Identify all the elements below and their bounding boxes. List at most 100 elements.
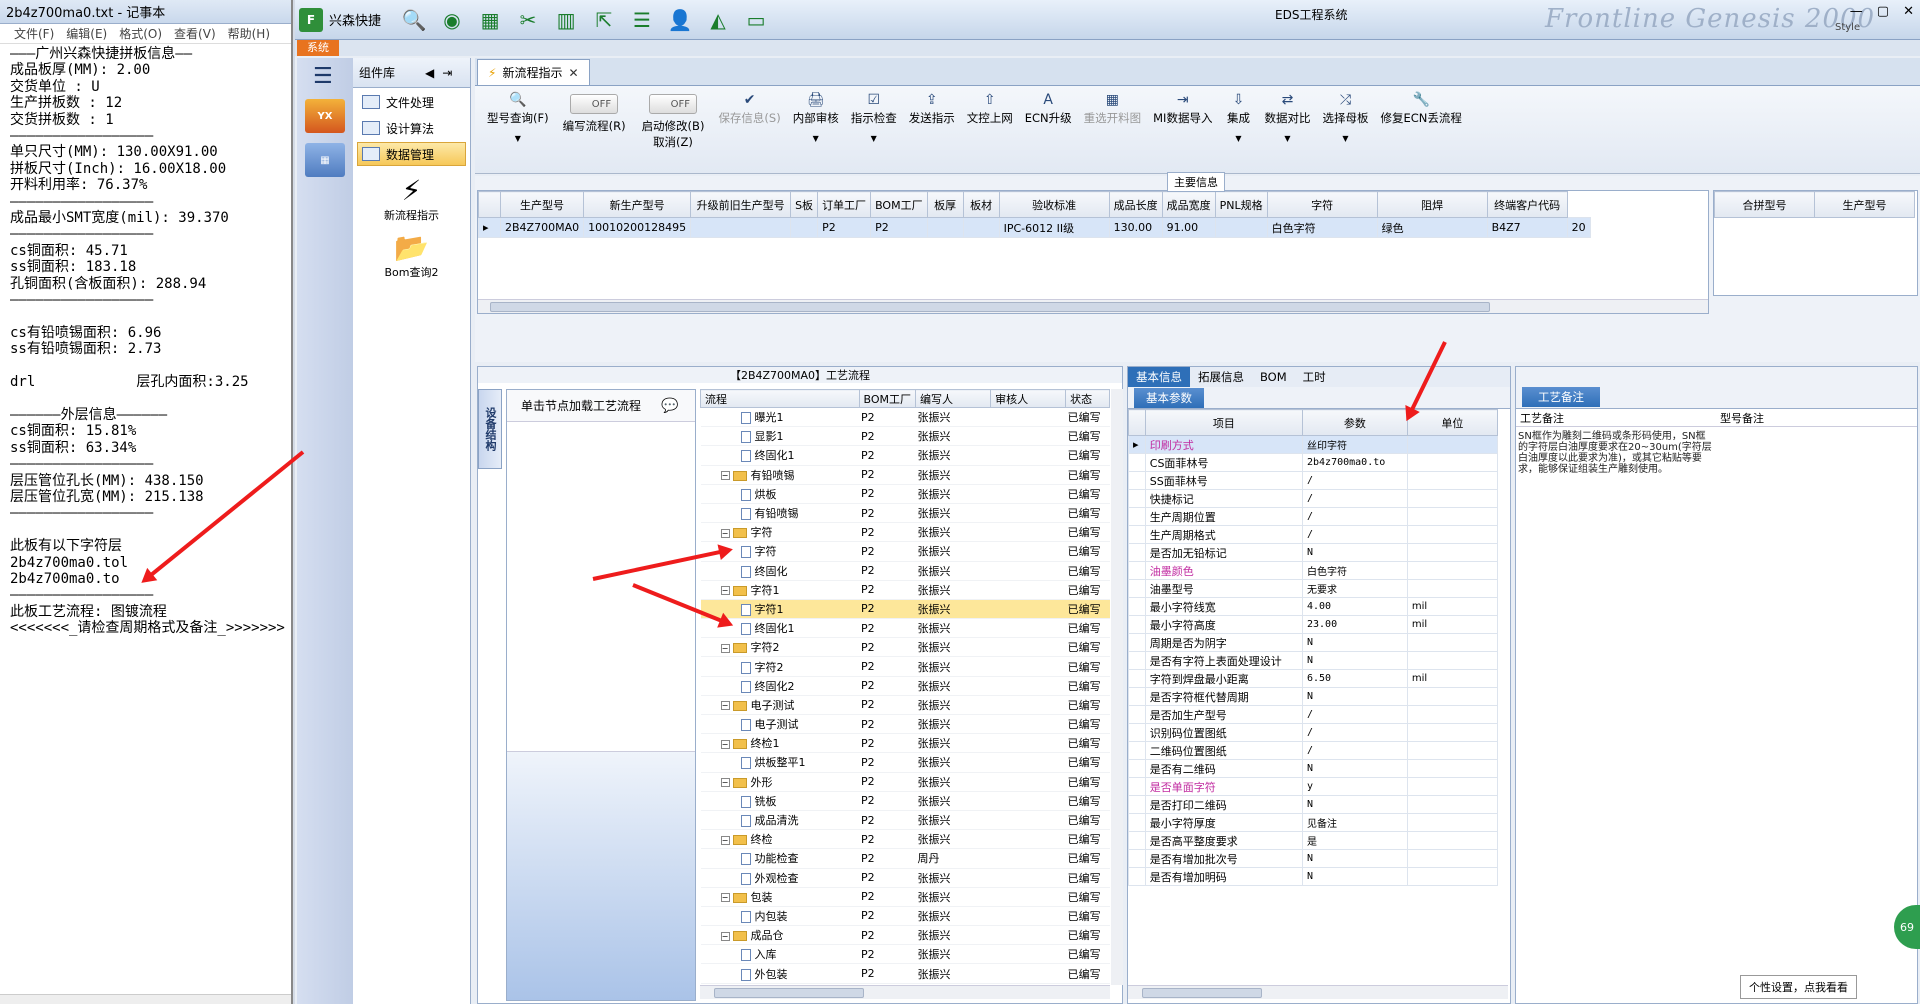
param-row[interactable]: 生产周期位置 / [1128, 507, 1499, 526]
tree-node-row[interactable]: 入库 P2 张振兴 已编写 [700, 944, 1110, 965]
tree-node-row[interactable]: 有铅喷锡 P2 张振兴 已编写 [700, 503, 1110, 524]
table-cell[interactable]: 130.00 [1108, 217, 1163, 238]
toolbar-button[interactable]: ⤮ 选择母板 ▼ [1316, 88, 1374, 171]
param-row[interactable]: 最小字符厚度 见备注 [1128, 813, 1499, 832]
param-value[interactable]: N [1302, 795, 1408, 814]
tree-node[interactable]: − 成品仓 [700, 925, 860, 946]
table-cell[interactable]: 91.00 [1161, 217, 1216, 238]
basic-info-tab[interactable]: 基本信息 [1128, 367, 1190, 387]
tree-node-row[interactable]: − 字符2 P2 张振兴 已编写 [700, 637, 1110, 658]
tree-node[interactable]: 内包装 [700, 906, 860, 927]
column-header[interactable]: 项目 [1144, 409, 1304, 436]
toggle-button[interactable]: OFF 编写流程(R) [555, 88, 634, 171]
tree-node-row[interactable]: 外包装 P2 张振兴 已编写 [700, 963, 1110, 984]
param-row[interactable]: ▸ 印刷方式 丝印字符 [1128, 435, 1499, 454]
tab-new-flow[interactable]: ⚡ 新流程指示 ✕ [477, 59, 590, 85]
tree-node-row[interactable]: 终固化1 P2 张振兴 已编写 [700, 618, 1110, 639]
column-header[interactable]: 成品宽度 [1161, 191, 1216, 218]
style-label[interactable]: Style [1835, 22, 1860, 33]
param-row[interactable]: 生产周期格式 / [1128, 525, 1499, 544]
param-value[interactable]: y [1302, 777, 1408, 796]
component-launcher[interactable]: ⚡ 新流程指示 [353, 174, 470, 223]
tree-node-row[interactable]: − 字符1 P2 张振兴 已编写 [700, 580, 1110, 600]
param-value[interactable]: N [1302, 651, 1408, 670]
toolbar-button[interactable]: ⇧ 文控上网 [961, 88, 1019, 171]
basic-info-hscroll[interactable] [1128, 985, 1508, 999]
close-icon[interactable]: ✕ [1903, 4, 1914, 19]
menu-icon[interactable]: ☰ [313, 64, 353, 89]
param-row[interactable]: 识别码位置图纸 / [1128, 723, 1499, 742]
param-row[interactable]: 是否单面字符 y [1128, 777, 1499, 796]
process-notes-text[interactable]: SN框作为雕刻二维码或条形码使用，SN框的字符层白油厚度要求在20~30um(字… [1516, 429, 1716, 477]
param-value[interactable]: 6.50 [1302, 669, 1408, 688]
tree-node-row[interactable]: 烘板整平1 P2 张振兴 已编写 [700, 752, 1110, 773]
process-tree-hscroll[interactable] [700, 985, 1110, 999]
toolbar-button[interactable]: ☑ 指示检查 ▼ [845, 88, 903, 171]
dropdown-arrow-icon[interactable]: ▼ [1284, 134, 1290, 143]
param-row[interactable]: 周期是否为阴字 N [1128, 633, 1499, 652]
yx-logo-button[interactable]: YX [305, 99, 345, 133]
tree-node-row[interactable]: 成品清洗 P2 张振兴 已编写 [700, 810, 1110, 831]
process-notes-tab[interactable]: 工艺备注 [1522, 387, 1600, 407]
param-row[interactable]: SS面菲林号 / [1128, 471, 1499, 490]
off-switch[interactable]: OFF [570, 94, 619, 114]
dropdown-arrow-icon[interactable]: ▼ [1235, 134, 1241, 143]
param-row[interactable]: 是否加生产型号 / [1128, 705, 1499, 724]
toggle-button[interactable]: OFF 启动修改(B) 取消(Z) [634, 88, 713, 171]
param-row[interactable]: 是否有字符上表面处理设计 N [1128, 651, 1499, 670]
collapse-icon[interactable]: − [720, 931, 730, 941]
close-tab-icon[interactable]: ✕ [568, 66, 578, 80]
column-header[interactable]: 审核人 [990, 389, 1067, 408]
dropdown-arrow-icon[interactable]: ▼ [1342, 134, 1348, 143]
toolbar-button[interactable]: ⇪ 发送指示 [903, 88, 961, 171]
chat-bubble-icon[interactable]: 💬 [661, 398, 678, 414]
search-icon[interactable]: 🔍 [399, 7, 429, 33]
toolbar-button[interactable]: ⇩ 集成 ▼ [1218, 88, 1258, 171]
basic-info-tab[interactable]: 工时 [1295, 367, 1334, 387]
tree-node[interactable]: − 字符1 [700, 580, 860, 600]
film-icon[interactable]: ▥ [551, 7, 581, 33]
tree-node-row[interactable]: 曝光1 P2 张振兴 已编写 [700, 407, 1110, 428]
param-value[interactable]: 丝印字符 [1302, 435, 1408, 454]
column-header[interactable]: 终端客户代码 [1486, 191, 1568, 218]
column-header[interactable]: 字符 [1266, 191, 1378, 218]
off-switch[interactable]: OFF [649, 94, 697, 114]
maximize-icon[interactable]: ▢ [1877, 4, 1889, 19]
component-item[interactable]: 文件处理 [357, 90, 466, 114]
column-header[interactable]: PNL规格 [1214, 191, 1268, 218]
tree-node[interactable]: 烘板 [700, 484, 860, 504]
column-header[interactable]: 生产型号 [499, 191, 585, 218]
toolbar-button[interactable]: ⇥ MI数据导入 [1147, 88, 1218, 171]
table-cell[interactable] [1214, 217, 1268, 238]
collapse-icon[interactable]: − [720, 893, 730, 903]
param-row[interactable]: 最小字符高度 23.00 mil [1128, 615, 1499, 634]
toolbar-button[interactable]: ▦ 重选开料图 [1078, 88, 1148, 171]
window-icon[interactable]: ▭ [741, 7, 771, 33]
tree-node[interactable]: 电子测试 [700, 714, 860, 735]
tree-node[interactable]: − 字符2 [700, 637, 860, 658]
param-row[interactable]: 二维码位置图纸 / [1128, 741, 1499, 760]
param-value[interactable]: N [1302, 849, 1408, 868]
tree-node-row[interactable]: 显影1 P2 张振兴 已编写 [700, 426, 1110, 447]
tree-node-row[interactable]: − 外形 P2 张振兴 已编写 [700, 772, 1110, 792]
tree-node[interactable]: 功能检查 [700, 848, 860, 869]
param-row[interactable]: 最小字符线宽 4.00 mil [1128, 597, 1499, 616]
column-header[interactable]: 流程 [700, 389, 860, 408]
tree-node-row[interactable]: − 终检 P2 张振兴 已编写 [700, 829, 1110, 850]
tree-node-row[interactable]: − 成品仓 P2 张振兴 已编写 [700, 925, 1110, 946]
tree-node-row[interactable]: 功能检查 P2 周丹 已编写 [700, 848, 1110, 869]
component-launcher[interactable]: 📂 Bom查询2 [353, 231, 470, 280]
tree-node-row[interactable]: 铣板 P2 张振兴 已编写 [700, 791, 1110, 811]
column-header[interactable]: 合拼型号 [1714, 191, 1815, 218]
tree-node[interactable]: 烘板整平1 [700, 752, 860, 773]
param-row[interactable]: 是否打印二维码 N [1128, 795, 1499, 814]
table-row[interactable]: ▸ 2B4Z700MA0 10010200128495 P2 P2 IPC-6012 II… [478, 217, 1591, 238]
collapse-icon[interactable]: − [720, 701, 730, 711]
calculator-button[interactable]: ▦ [305, 143, 345, 177]
tree-node[interactable]: − 电子测试 [700, 695, 860, 716]
param-row[interactable]: 快捷标记 / [1128, 489, 1499, 508]
component-item[interactable]: 设计算法 [357, 116, 466, 140]
notepad-menu-item[interactable]: 文件(F) [14, 25, 54, 42]
tree-node-row[interactable]: 内包装 P2 张振兴 已编写 [700, 906, 1110, 927]
system-tab[interactable]: 系统 [297, 40, 339, 56]
